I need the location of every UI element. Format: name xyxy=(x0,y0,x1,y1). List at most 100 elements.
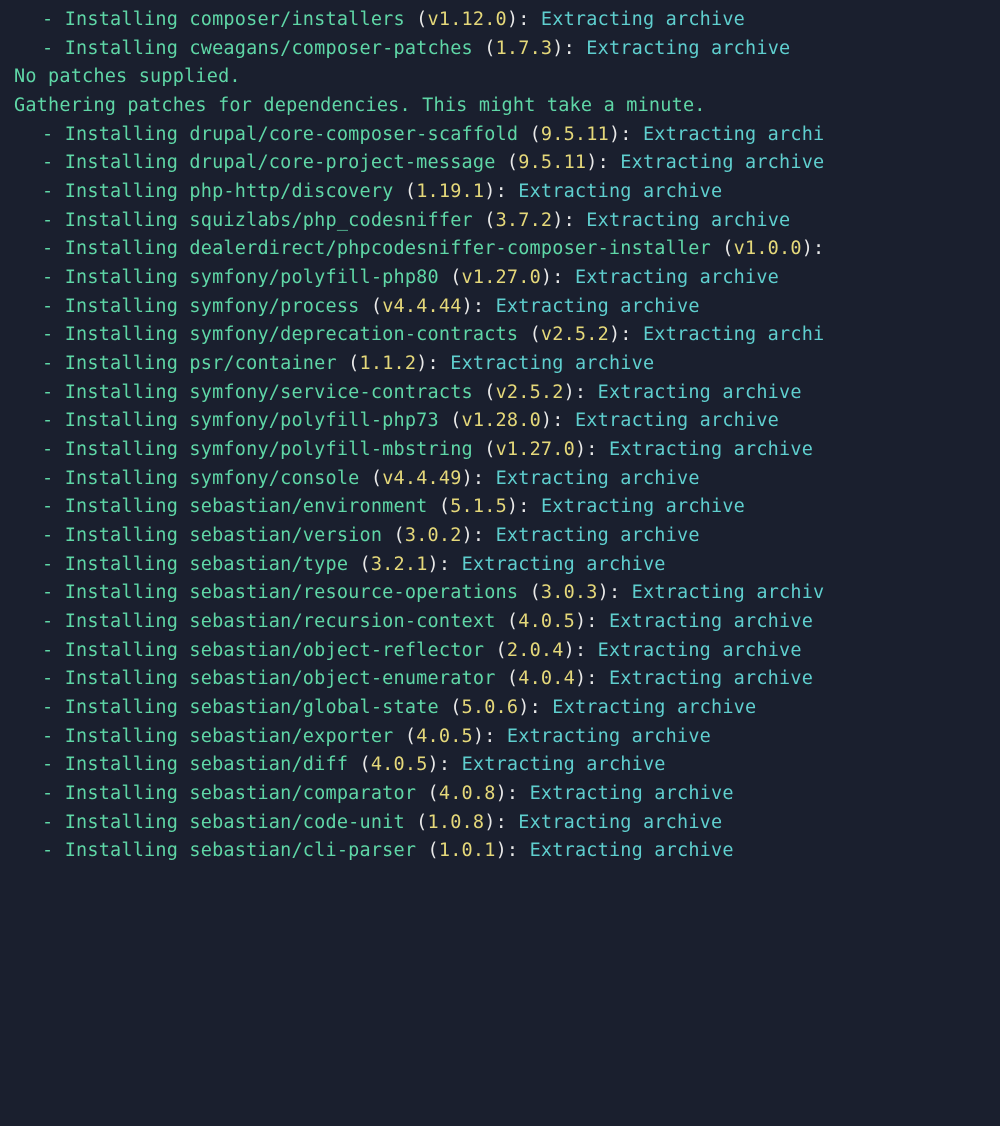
install-action: Installing xyxy=(65,697,178,718)
paren-open: ( xyxy=(337,353,360,374)
package-name: composer/installers xyxy=(189,9,404,30)
status-message: Gathering patches for dependencies. This… xyxy=(0,92,1000,121)
install-action: Installing xyxy=(65,382,178,403)
install-status: Extracting archive xyxy=(462,554,666,575)
install-action: Installing xyxy=(65,439,178,460)
install-action: Installing xyxy=(65,754,178,775)
paren-open: ( xyxy=(473,439,496,460)
package-name: drupal/core-project-message xyxy=(189,152,495,173)
dash-marker: - xyxy=(42,410,65,431)
package-name: dealerdirect/phpcodesniffer-composer-ins… xyxy=(189,238,711,259)
install-status: Extracting archive xyxy=(620,152,824,173)
package-version: 9.5.11 xyxy=(518,152,586,173)
paren-close: ): xyxy=(575,439,609,460)
install-line: - Installing sebastian/diff (4.0.5): Ext… xyxy=(0,751,1000,780)
paren-close: ): xyxy=(575,611,609,632)
install-line: - Installing symfony/polyfill-php80 (v1.… xyxy=(0,264,1000,293)
dash-marker: - xyxy=(42,324,65,345)
paren-open: ( xyxy=(473,38,496,59)
install-line: - Installing sebastian/resource-operatio… xyxy=(0,579,1000,608)
paren-open: ( xyxy=(405,812,428,833)
dash-marker: - xyxy=(42,439,65,460)
install-status: Extracting archive xyxy=(496,525,700,546)
package-version: v2.5.2 xyxy=(496,382,564,403)
package-name: sebastian/version xyxy=(189,525,382,546)
package-version: v1.27.0 xyxy=(462,267,541,288)
paren-open: ( xyxy=(428,496,451,517)
package-version: 3.0.3 xyxy=(541,582,598,603)
paren-close: ): xyxy=(609,124,643,145)
package-name: symfony/console xyxy=(189,468,359,489)
install-status: Extracting archive xyxy=(586,38,790,59)
dash-marker: - xyxy=(42,582,65,603)
install-status: Extracting archive xyxy=(609,668,813,689)
install-line: - Installing symfony/console (v4.4.49): … xyxy=(0,465,1000,494)
install-line: - Installing sebastian/exporter (4.0.5):… xyxy=(0,723,1000,752)
package-name: symfony/polyfill-mbstring xyxy=(189,439,472,460)
install-line: - Installing sebastian/object-reflector … xyxy=(0,637,1000,666)
package-version: 4.0.8 xyxy=(439,783,496,804)
package-name: sebastian/recursion-context xyxy=(189,611,495,632)
package-version: 3.2.1 xyxy=(371,554,428,575)
package-version: v1.27.0 xyxy=(496,439,575,460)
install-line: - Installing drupal/core-project-message… xyxy=(0,149,1000,178)
install-line: - Installing symfony/polyfill-php73 (v1.… xyxy=(0,407,1000,436)
paren-open: ( xyxy=(416,840,439,861)
package-name: sebastian/exporter xyxy=(189,726,393,747)
dash-marker: - xyxy=(42,38,65,59)
paren-open: ( xyxy=(360,468,383,489)
paren-open: ( xyxy=(439,410,462,431)
install-action: Installing xyxy=(65,124,178,145)
dash-marker: - xyxy=(42,640,65,661)
install-action: Installing xyxy=(65,726,178,747)
dash-marker: - xyxy=(42,468,65,489)
dash-marker: - xyxy=(42,697,65,718)
package-version: v2.5.2 xyxy=(541,324,609,345)
paren-close: ): xyxy=(518,697,552,718)
paren-close: ): xyxy=(552,38,586,59)
package-version: 1.1.2 xyxy=(360,353,417,374)
paren-close: ): xyxy=(428,754,462,775)
dash-marker: - xyxy=(42,238,65,259)
paren-close: ): xyxy=(598,582,632,603)
dash-marker: - xyxy=(42,668,65,689)
paren-close: ): xyxy=(541,410,575,431)
paren-open: ( xyxy=(360,296,383,317)
dash-marker: - xyxy=(42,840,65,861)
package-version: 4.0.5 xyxy=(518,611,575,632)
install-status: Extracting archive xyxy=(450,353,654,374)
dash-marker: - xyxy=(42,726,65,747)
package-name: sebastian/comparator xyxy=(189,783,416,804)
install-line: - Installing composer/installers (v1.12.… xyxy=(0,6,1000,35)
dash-marker: - xyxy=(42,152,65,173)
install-line: - Installing sebastian/version (3.0.2): … xyxy=(0,522,1000,551)
install-action: Installing xyxy=(65,525,178,546)
install-line: - Installing psr/container (1.1.2): Extr… xyxy=(0,350,1000,379)
install-action: Installing xyxy=(65,238,178,259)
paren-open: ( xyxy=(711,238,734,259)
paren-open: ( xyxy=(439,267,462,288)
paren-close: ): xyxy=(609,324,643,345)
package-version: 4.0.5 xyxy=(371,754,428,775)
install-line: - Installing sebastian/comparator (4.0.8… xyxy=(0,780,1000,809)
install-status: Extracting archive xyxy=(496,468,700,489)
paren-close: ): xyxy=(564,382,598,403)
install-line: - Installing sebastian/global-state (5.0… xyxy=(0,694,1000,723)
install-line: - Installing sebastian/type (3.2.1): Ext… xyxy=(0,551,1000,580)
status-message: No patches supplied. xyxy=(0,63,1000,92)
install-action: Installing xyxy=(65,840,178,861)
package-name: symfony/polyfill-php73 xyxy=(189,410,438,431)
package-version: 5.1.5 xyxy=(450,496,507,517)
install-line: - Installing squizlabs/php_codesniffer (… xyxy=(0,207,1000,236)
dash-marker: - xyxy=(42,783,65,804)
package-name: symfony/deprecation-contracts xyxy=(189,324,518,345)
dash-marker: - xyxy=(42,296,65,317)
install-action: Installing xyxy=(65,181,178,202)
paren-close: ): xyxy=(802,238,825,259)
paren-open: ( xyxy=(496,152,519,173)
install-status: Extracting archive xyxy=(575,267,779,288)
install-action: Installing xyxy=(65,410,178,431)
install-action: Installing xyxy=(65,554,178,575)
paren-close: ): xyxy=(462,296,496,317)
install-status: Extracting archive xyxy=(609,611,813,632)
